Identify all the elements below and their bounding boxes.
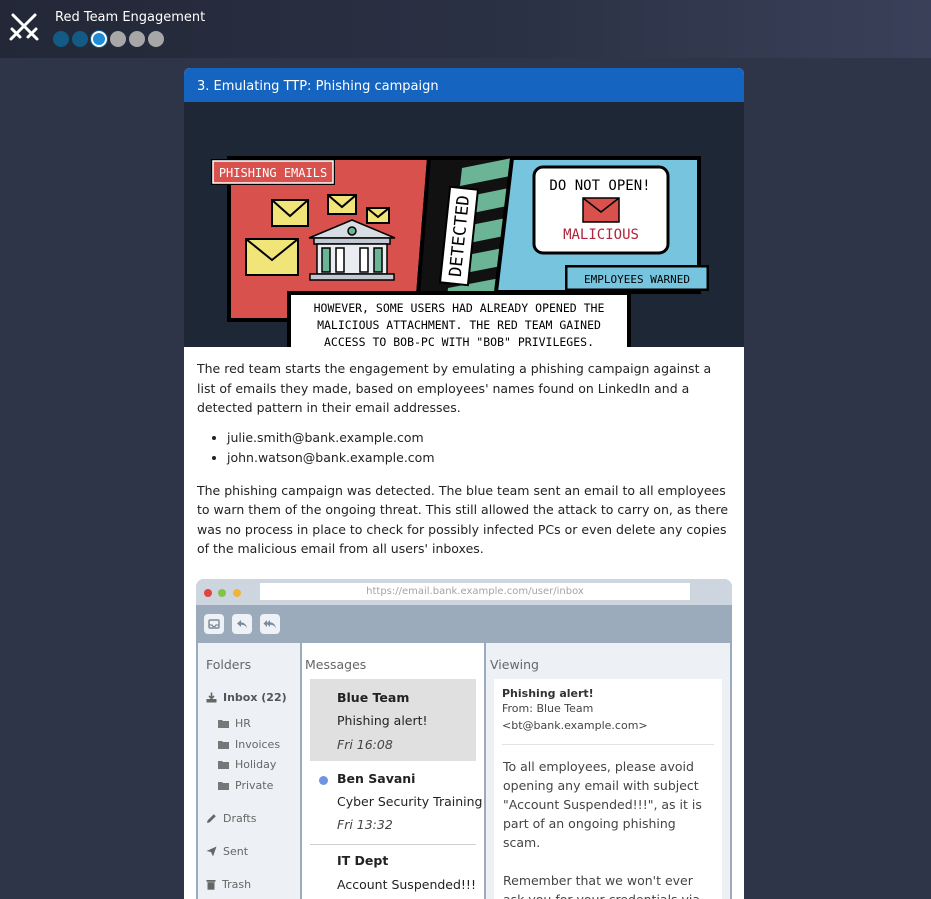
- preview-from-address: <bt@bank.example.com>: [502, 719, 648, 732]
- progress-steps: [53, 31, 164, 47]
- intro-paragraph: The red team starts the engagement by em…: [197, 361, 712, 415]
- viewing-pane: Viewing Phishing alert! From: Blue Team …: [486, 643, 730, 899]
- folder-drafts-label: Drafts: [223, 812, 257, 825]
- viewing-title: Viewing: [490, 657, 539, 672]
- target-email: julie.smith@bank.example.com: [227, 428, 731, 449]
- folder-trash-label: Trash: [222, 878, 252, 891]
- folder-inbox[interactable]: Inbox (22): [206, 691, 287, 704]
- window-close-icon: [204, 589, 212, 597]
- reply-all-button[interactable]: [260, 614, 280, 634]
- preview-subject: Phishing alert!: [502, 687, 594, 700]
- inbox-icon: [208, 619, 220, 629]
- message-subject: Cyber Security Training: [337, 794, 483, 809]
- step-card: 3. Emulating TTP: Phishing campaign PHIS…: [184, 68, 744, 899]
- inbox-button[interactable]: [204, 614, 224, 634]
- messages-pane: Messages Blue Team Phishing alert! Fri 1…: [302, 643, 484, 899]
- folder-invoices[interactable]: Invoices: [218, 738, 280, 751]
- comic-warning-line2: MALICIOUS: [563, 227, 639, 243]
- browser-titlebar: https://email.bank.example.com/user/inbo…: [196, 579, 732, 605]
- folder-icon: [218, 720, 229, 728]
- reply-icon: [237, 620, 247, 629]
- pencil-icon: [207, 814, 216, 823]
- comic-caption: HOWEVER, SOME USERS HAD ALREADY OPENED T…: [313, 301, 605, 347]
- comic-warning-line1: DO NOT OPEN!: [549, 178, 650, 194]
- message-item[interactable]: IT Dept Account Suspended!!!: [310, 847, 476, 899]
- folder-drafts[interactable]: Drafts: [206, 812, 256, 825]
- folder-sent[interactable]: Sent: [206, 845, 248, 858]
- card-body: The red team starts the engagement by em…: [184, 347, 744, 559]
- address-bar[interactable]: https://email.bank.example.com/user/inbo…: [260, 583, 690, 600]
- target-email: john.watson@bank.example.com: [227, 448, 731, 469]
- progress-step-2[interactable]: [72, 31, 88, 47]
- folder-private[interactable]: Private: [218, 779, 273, 792]
- email-client-mockup: https://email.bank.example.com/user/inbo…: [196, 579, 732, 899]
- folder-hr[interactable]: HR: [218, 717, 251, 730]
- email-preview: Phishing alert! From: Blue Team <bt@bank…: [494, 679, 722, 899]
- folder-trash[interactable]: Trash: [206, 878, 251, 891]
- folder-sent-label: Sent: [223, 845, 249, 858]
- preview-divider: [502, 744, 714, 745]
- progress-step-5[interactable]: [129, 31, 145, 47]
- progress-step-6[interactable]: [148, 31, 164, 47]
- message-sender: Blue Team: [337, 690, 410, 705]
- comic-label-employees-warned: EMPLOYEES WARNED: [584, 273, 690, 286]
- app-title: Red Team Engagement: [55, 10, 206, 25]
- progress-step-1[interactable]: [53, 31, 69, 47]
- comic-illustration: PHISHING EMAILS DETECTED DO NOT OPEN! MA…: [184, 102, 744, 347]
- card-title: 3. Emulating TTP: Phishing campaign: [184, 68, 744, 102]
- preview-paragraph: Remember that we won't ever ask you for …: [503, 873, 700, 899]
- message-time: Fri 16:08: [337, 737, 393, 752]
- message-subject: Phishing alert!: [337, 713, 428, 728]
- message-item[interactable]: Ben Savani Cyber Security Training Fri 1…: [310, 765, 483, 845]
- progress-step-4[interactable]: [110, 31, 126, 47]
- target-email-list: julie.smith@bank.example.com john.watson…: [227, 428, 731, 469]
- window-maximize-icon: [218, 589, 226, 597]
- preview-paragraph: To all employees, please avoid opening a…: [503, 759, 702, 850]
- preview-body: To all employees, please avoid opening a…: [502, 757, 714, 899]
- progress-step-3[interactable]: [91, 31, 107, 47]
- download-icon: [206, 692, 217, 703]
- folder-icon: [218, 782, 229, 790]
- trash-icon: [206, 880, 216, 890]
- reply-button[interactable]: [232, 614, 252, 634]
- message-subject: Account Suspended!!!: [337, 877, 476, 892]
- comic-label-phishing-emails: PHISHING EMAILS: [219, 166, 327, 180]
- outcome-paragraph: The phishing campaign was detected. The …: [197, 482, 729, 557]
- mail-toolbar: [196, 605, 732, 643]
- folder-icon: [218, 741, 229, 749]
- folder-label: Invoices: [235, 738, 281, 751]
- crossed-swords-icon: [9, 13, 39, 41]
- folders-title: Folders: [206, 657, 252, 672]
- window-minimize-icon: [233, 589, 241, 597]
- folders-pane: Folders Inbox (22) HR Invoices Holiday P…: [198, 643, 300, 899]
- message-sender: IT Dept: [337, 853, 389, 868]
- folder-inbox-label: Inbox (22): [223, 691, 287, 704]
- folder-label: Holiday: [235, 758, 277, 771]
- messages-title: Messages: [305, 657, 367, 672]
- top-bar: Red Team Engagement: [0, 0, 931, 58]
- message-time: Fri 13:32: [337, 817, 393, 832]
- message-item-selected[interactable]: Blue Team Phishing alert! Fri 16:08: [310, 679, 476, 761]
- folder-icon: [218, 761, 229, 769]
- mail-panes: Folders Inbox (22) HR Invoices Holiday P…: [196, 643, 732, 899]
- unread-indicator-icon: [319, 776, 328, 785]
- reply-all-icon: [263, 620, 276, 629]
- folder-holiday[interactable]: Holiday: [218, 758, 276, 771]
- paper-plane-icon: [206, 846, 217, 857]
- message-sender: Ben Savani: [337, 771, 416, 786]
- folder-label: HR: [235, 717, 251, 730]
- preview-from: From: Blue Team: [502, 702, 594, 715]
- folder-label: Private: [235, 779, 274, 792]
